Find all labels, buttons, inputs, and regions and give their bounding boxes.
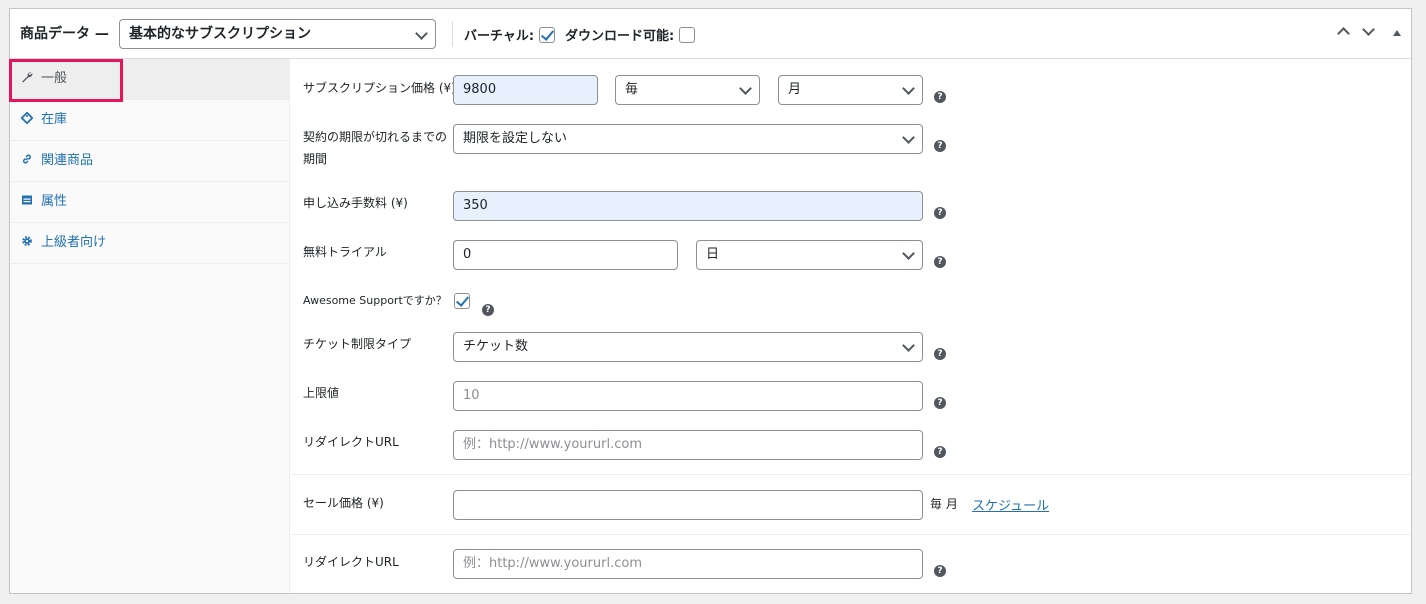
- chevron-up-icon: [1336, 27, 1350, 40]
- tab-advanced-label: 上級者向け: [41, 235, 107, 250]
- downloadable-checkbox[interactable]: [678, 27, 695, 43]
- tab-inventory-label: 在庫: [41, 112, 68, 127]
- length-label-line1: 契約の期限が切れるまでの: [303, 130, 448, 144]
- awesome-support-checkbox[interactable]: [454, 293, 470, 309]
- section-divider: [291, 474, 1411, 475]
- period-interval-value: 毎: [625, 82, 639, 97]
- ticket-limit-label: チケット制限タイプ: [303, 337, 412, 351]
- upper-limit-placeholder: 10: [463, 388, 480, 403]
- length-value: 期限を設定しない: [463, 131, 568, 146]
- product-type-value: 基本的なサブスクリプション: [129, 26, 311, 42]
- tab-inventory[interactable]: 在庫: [10, 100, 289, 141]
- chevron-down-icon: [902, 339, 915, 352]
- tab-attributes-label: 属性: [41, 194, 68, 209]
- general-panel: サブスクリプション価格 (¥) 9800 毎 月 ? 契約の期限が切れるまでの …: [291, 59, 1411, 593]
- link-icon: [20, 141, 34, 181]
- wrench-icon: [20, 59, 34, 99]
- gear-icon: [20, 223, 34, 263]
- trial-period-select[interactable]: 日: [696, 240, 923, 270]
- redirect-url-label-2: リダイレクトURL: [303, 555, 399, 569]
- period-select[interactable]: 月: [778, 75, 923, 105]
- section-divider: [291, 534, 1411, 535]
- period-interval-select[interactable]: 毎: [615, 75, 760, 105]
- virtual-checkbox[interactable]: [538, 27, 555, 43]
- price-value: 9800: [463, 82, 497, 97]
- length-select[interactable]: 期限を設定しない: [453, 124, 923, 154]
- tab-linked-products[interactable]: 関連商品: [10, 141, 289, 182]
- length-label-line2: 期間: [303, 152, 328, 166]
- help-icon[interactable]: ?: [934, 256, 946, 268]
- schedule-link[interactable]: スケジュール: [972, 495, 1049, 514]
- chevron-down-icon: [739, 82, 752, 95]
- virtual-label: バーチャル:: [464, 29, 535, 44]
- tag-icon: [20, 100, 34, 140]
- sale-price-suffix: 毎 月: [930, 497, 958, 511]
- help-icon[interactable]: ?: [934, 446, 946, 458]
- chevron-down-icon: [415, 27, 428, 40]
- signup-fee-value: 350: [463, 198, 488, 213]
- upper-limit-label: 上限値: [303, 386, 340, 400]
- sale-price-input[interactable]: [453, 490, 923, 520]
- product-data-panel: 商品データ — 基本的なサブスクリプション バーチャル: ダウンロード可能: 一…: [9, 8, 1412, 594]
- product-data-tabs: 一般 在庫 関連商品 属性 上級者向け: [10, 59, 290, 593]
- downloadable-option: ダウンロード可能:: [565, 25, 695, 44]
- redirect-url-label: リダイレクトURL: [303, 435, 399, 449]
- table-icon: [20, 182, 34, 222]
- help-icon[interactable]: ?: [934, 207, 946, 219]
- trial-length-input[interactable]: 0: [453, 240, 678, 270]
- redirect-url-placeholder: 例：http://www.yoururl.com: [463, 437, 642, 452]
- tab-attributes[interactable]: 属性: [10, 182, 289, 223]
- help-icon[interactable]: ?: [934, 348, 946, 360]
- redirect-url-input[interactable]: 例：http://www.yoururl.com: [453, 430, 923, 460]
- redirect-url-input-2[interactable]: 例：http://www.yoururl.com: [453, 549, 923, 579]
- trial-value: 0: [463, 247, 472, 262]
- virtual-option: バーチャル:: [464, 25, 555, 44]
- signup-fee-label: 申し込み手数料 (¥): [303, 196, 408, 210]
- help-icon[interactable]: ?: [934, 397, 946, 409]
- tab-advanced[interactable]: 上級者向け: [10, 223, 289, 264]
- sale-price-label: セール価格 (¥): [303, 496, 384, 510]
- move-down-button[interactable]: [1361, 23, 1375, 42]
- help-icon[interactable]: ?: [934, 565, 946, 577]
- upper-limit-input[interactable]: 10: [453, 381, 923, 411]
- tab-general-label: 一般: [41, 71, 68, 86]
- help-icon[interactable]: ?: [934, 140, 946, 152]
- header-divider: [452, 21, 453, 47]
- panel-controls: [1327, 23, 1401, 42]
- price-label: サブスクリプション価格 (¥): [303, 81, 456, 95]
- chevron-down-icon: [902, 247, 915, 260]
- tab-general[interactable]: 一般: [10, 59, 289, 100]
- chevron-down-icon: [902, 131, 915, 144]
- trial-label: 無料トライアル: [303, 245, 387, 259]
- tab-linked-products-label: 関連商品: [41, 153, 94, 168]
- price-input[interactable]: 9800: [453, 75, 598, 105]
- move-up-button[interactable]: [1336, 25, 1350, 42]
- downloadable-label: ダウンロード可能:: [565, 29, 675, 44]
- toggle-panel-button[interactable]: [1393, 26, 1401, 42]
- chevron-down-icon: [902, 82, 915, 95]
- triangle-up-icon: [1393, 30, 1401, 36]
- chevron-down-icon: [1361, 23, 1375, 36]
- ticket-limit-select[interactable]: チケット数: [453, 332, 923, 362]
- panel-title: 商品データ —: [20, 26, 109, 42]
- redirect-url-placeholder-2: 例：http://www.yoururl.com: [463, 556, 642, 571]
- help-icon[interactable]: ?: [934, 91, 946, 103]
- panel-header: 商品データ — 基本的なサブスクリプション バーチャル: ダウンロード可能:: [10, 9, 1411, 59]
- trial-period-value: 日: [706, 247, 720, 262]
- awesome-support-label: Awesome Supportですか？: [303, 294, 447, 307]
- signup-fee-input[interactable]: 350: [453, 191, 923, 221]
- product-type-select[interactable]: 基本的なサブスクリプション: [119, 19, 436, 49]
- help-icon[interactable]: ?: [482, 304, 494, 316]
- period-value: 月: [788, 82, 802, 97]
- ticket-limit-value: チケット数: [463, 339, 529, 354]
